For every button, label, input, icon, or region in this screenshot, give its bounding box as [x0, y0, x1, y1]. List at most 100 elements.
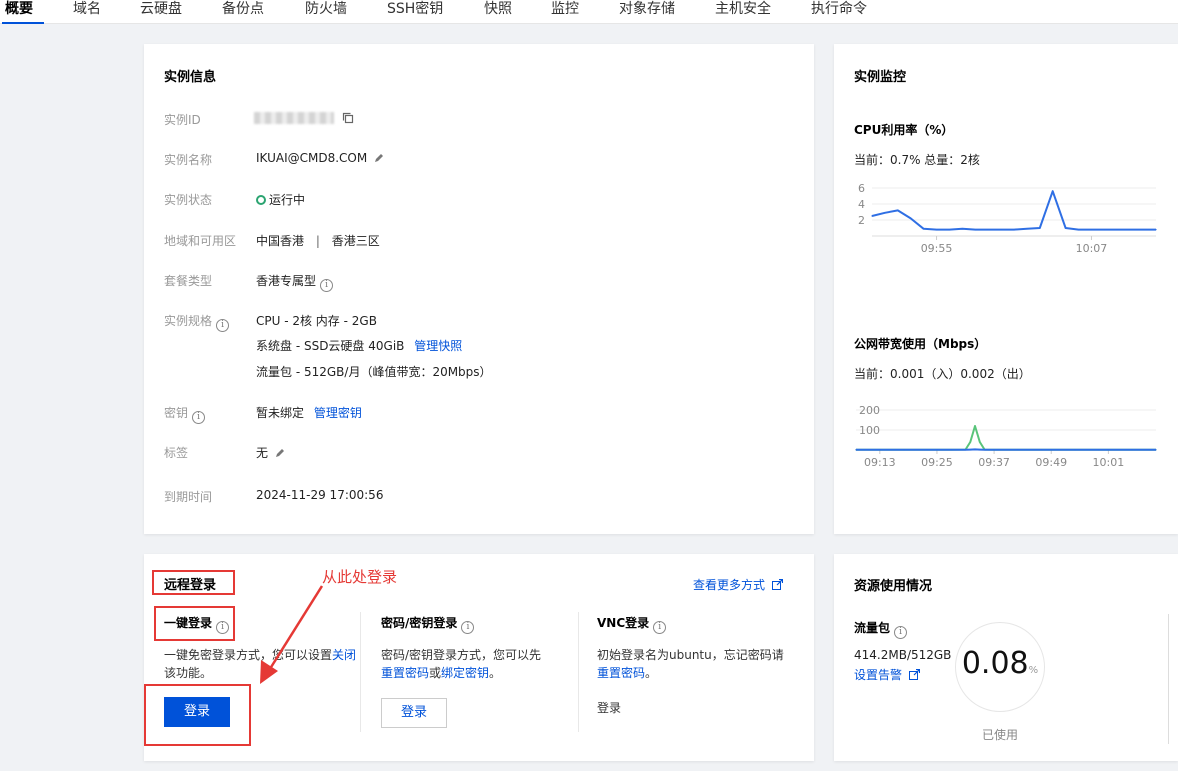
plan-info-icon[interactable]: i — [320, 279, 334, 292]
key-label: 密钥 — [164, 406, 189, 420]
traffic-info-icon[interactable]: i — [894, 626, 908, 639]
region-value: 中国香港 — [256, 234, 305, 248]
bandwidth-chart-x-tick-label: 09:25 — [921, 456, 953, 469]
region-row: 中国香港 | 香港三区 — [256, 232, 380, 249]
password-login-title: 密码/密钥登录 — [381, 616, 458, 630]
tab-object-storage[interactable]: 对象存储 — [619, 0, 675, 24]
bandwidth-chart-y-tick-label: 200 — [859, 404, 880, 417]
instance-status-value: 运行中 — [269, 193, 306, 207]
one-click-desc-part3: 该功能。 — [164, 666, 213, 680]
tab-host-security[interactable]: 主机安全 — [715, 0, 771, 24]
cpu-chart-data-point — [897, 209, 899, 211]
tab-snapshot[interactable]: 快照 — [484, 0, 512, 24]
cpu-chart-data-point — [1026, 228, 1028, 230]
one-click-title-row: 一键登录 i — [164, 614, 230, 634]
manage-key-link[interactable]: 管理密钥 — [314, 406, 362, 420]
spec-disk: 系统盘 - SSD云硬盘 40GiB — [256, 339, 405, 353]
copy-icon[interactable] — [342, 112, 354, 124]
cpu-chart-data-point — [1116, 229, 1118, 231]
region-separator: | — [315, 234, 320, 248]
expire-label: 到期时间 — [164, 490, 213, 504]
cpu-chart-data-point — [1142, 229, 1144, 231]
tab-ssh-key[interactable]: SSH密钥 — [387, 0, 443, 24]
bandwidth-chart-data-point — [879, 449, 881, 451]
bandwidth-chart-data-point — [1017, 449, 1019, 451]
bandwidth-chart-data-point — [969, 449, 971, 451]
instance-info-title: 实例信息 — [164, 70, 217, 85]
key-info-icon[interactable]: i — [192, 411, 206, 424]
cpu-chart-series-line-0 — [871, 190, 1156, 231]
traffic-value: 414.2MB/512GB — [854, 648, 952, 662]
instance-name-row: IKUAI@CMD8.COM — [256, 151, 385, 165]
zone-value: 香港三区 — [331, 234, 380, 248]
bandwidth-current: 当前：0.001（入）0.002（出） — [854, 367, 1031, 381]
cpu-chart-data-point — [1065, 227, 1067, 229]
vnc-reset-password-link[interactable]: 重置密码 — [597, 666, 645, 680]
cpu-chart-data-point — [1039, 227, 1041, 229]
bandwidth-chart-data-point — [1074, 449, 1076, 451]
spec-info-icon[interactable]: i — [216, 319, 230, 332]
divider — [578, 612, 579, 732]
more-methods-link[interactable]: 查看更多方式 — [693, 578, 765, 592]
disable-one-click-link[interactable]: 关闭 — [332, 648, 356, 662]
bandwidth-chart-data-point — [1050, 449, 1052, 451]
expire-value: 2024-11-29 17:00:56 — [256, 488, 384, 502]
tag-label: 标签 — [164, 446, 189, 460]
bandwidth-chart-data-point — [983, 449, 986, 451]
tab-run-command[interactable]: 执行命令 — [811, 0, 867, 24]
tab-overview[interactable]: 概要 — [2, 0, 44, 24]
resource-usage-card: 资源使用情况 流量包 i 414.2MB/512GB 设置告警 0.08% 已使用 — [834, 554, 1178, 761]
vnc-desc-text: 初始登录名为ubuntu，忘记密码请 — [597, 648, 784, 662]
bandwidth-chart-data-point — [979, 449, 981, 451]
manage-snapshot-link[interactable]: 管理快照 — [414, 339, 462, 353]
instance-status-label: 实例状态 — [164, 193, 213, 207]
region-label: 地域和可用区 — [164, 234, 237, 248]
reset-password-link[interactable]: 重置密码 — [381, 666, 429, 680]
monitor-title: 实例监控 — [854, 70, 907, 85]
cpu-chart-x-tick-label: 10:07 — [1076, 242, 1108, 255]
bandwidth-chart-data-point — [1098, 449, 1100, 451]
vnc-login-info-icon[interactable]: i — [653, 621, 667, 634]
password-login-info-icon[interactable]: i — [461, 621, 475, 634]
bind-key-link[interactable]: 绑定密钥 — [441, 666, 489, 680]
tab-cloud-disk[interactable]: 云硬盘 — [140, 0, 182, 24]
set-alert-link[interactable]: 设置告警 — [854, 668, 902, 682]
plan-value: 香港专属型 — [256, 274, 317, 288]
edit-name-icon[interactable] — [373, 152, 385, 164]
password-login-button[interactable]: 登录 — [381, 698, 447, 728]
usage-percent-row: 0.08% — [955, 646, 1045, 681]
plan-label: 套餐类型 — [164, 274, 213, 288]
tab-domain[interactable]: 域名 — [73, 0, 101, 24]
bandwidth-chart-data-point — [974, 448, 976, 450]
divider — [1168, 614, 1169, 744]
cpu-chart-data-point — [910, 217, 912, 219]
vnc-login-link[interactable]: 登录 — [597, 699, 621, 717]
key-row: 暂未绑定 管理密钥 — [256, 404, 362, 421]
more-methods-row: 查看更多方式 — [693, 576, 783, 593]
bandwidth-chart-data-point — [1107, 449, 1109, 451]
instance-id-label: 实例ID — [164, 113, 201, 127]
external-link-icon[interactable] — [908, 668, 920, 680]
cpu-chart-data-point — [884, 212, 886, 214]
key-label-row: 密钥 i — [164, 404, 206, 424]
tab-backup[interactable]: 备份点 — [222, 0, 264, 24]
cpu-chart-data-point — [1000, 229, 1002, 231]
external-link-icon[interactable] — [771, 578, 783, 590]
tab-monitor[interactable]: 监控 — [551, 0, 579, 24]
bandwidth-chart-title: 公网带宽使用（Mbps） — [854, 337, 987, 351]
cpu-chart-y-tick-label: 2 — [858, 214, 865, 227]
cpu-current: 当前：0.7% 总量：2核 — [854, 153, 980, 167]
bandwidth-chart-data-point — [969, 441, 971, 443]
tab-firewall[interactable]: 防火墙 — [305, 0, 347, 24]
one-click-info-icon[interactable]: i — [216, 621, 230, 634]
password-desc-end: 。 — [489, 666, 502, 680]
instance-id-redacted — [254, 112, 334, 124]
one-click-login-button[interactable]: 登录 — [164, 697, 230, 727]
instance-name-value: IKUAI@CMD8.COM — [256, 151, 368, 165]
edit-tag-icon[interactable] — [274, 447, 286, 459]
vnc-login-desc: 初始登录名为ubuntu，忘记密码请 重置密码。 — [597, 646, 797, 682]
cpu-chart-data-point — [948, 229, 951, 231]
cpu-chart-x-tick-label: 09:55 — [921, 242, 953, 255]
plan-row: 香港专属型 i — [256, 272, 334, 292]
bandwidth-chart-x-tick-label: 09:37 — [978, 456, 1010, 469]
